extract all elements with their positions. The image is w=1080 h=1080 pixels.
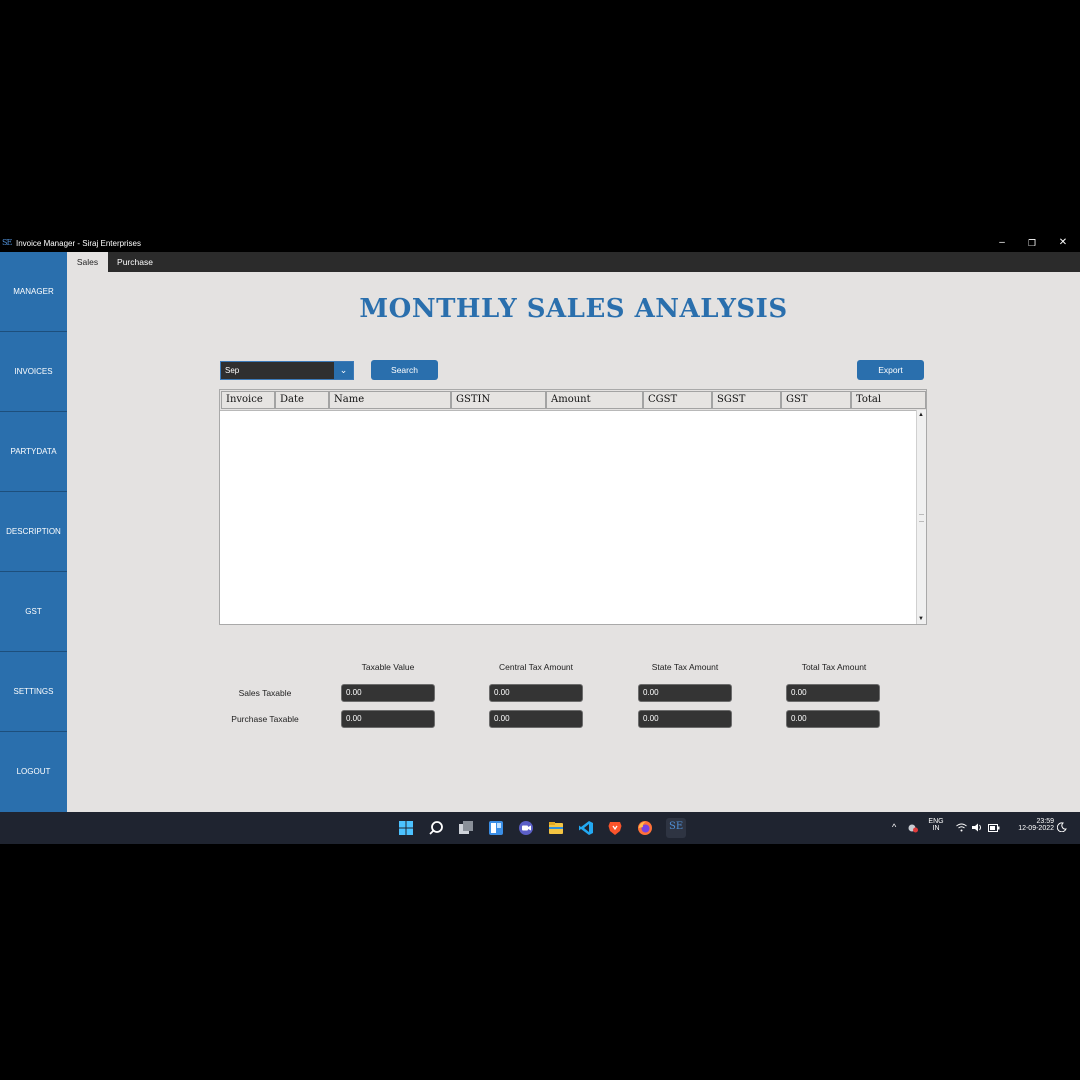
clock-date: 12-09-2022 (1018, 825, 1054, 832)
scroll-up-arrow-icon[interactable]: ▲ (918, 411, 924, 419)
antivirus-tray-icon[interactable] (908, 823, 918, 835)
page-title: MONTHLY SALES ANALYSIS (359, 294, 788, 324)
volume-icon[interactable] (972, 823, 983, 834)
sidebar: MANAGER INVOICES PARTYDATA DESCRIPTION G… (0, 252, 67, 812)
invoice-manager-icon[interactable]: SE (666, 818, 686, 838)
tab-sales[interactable]: Sales (67, 252, 108, 272)
tab-purchase[interactable]: Purchase (108, 252, 162, 272)
app-logo-icon: SE (2, 238, 12, 247)
show-hidden-icons-chevron-icon[interactable]: ^ (892, 822, 896, 832)
purchase-taxable-value-field[interactable]: 0.00 (341, 710, 435, 728)
desktop-screen: SE Invoice Manager - Siraj Enterprises –… (0, 236, 1080, 844)
sidebar-item-logout[interactable]: LOGOUT (0, 732, 67, 811)
month-dropdown[interactable]: Sep ⌄ (220, 361, 354, 380)
scroll-down-arrow-icon[interactable]: ▼ (918, 615, 924, 623)
task-view-icon[interactable] (458, 820, 474, 836)
export-button[interactable]: Export (857, 360, 924, 380)
vscode-icon[interactable] (578, 820, 594, 836)
sales-total-tax-field[interactable]: 0.00 (786, 684, 880, 702)
tab-bar: Sales Purchase (67, 252, 1080, 272)
column-header-name[interactable]: Name (329, 391, 451, 409)
column-header-amount[interactable]: Amount (546, 391, 643, 409)
column-header-date[interactable]: Date (275, 391, 329, 409)
vertical-scrollbar[interactable]: ▲ ▼ (916, 410, 926, 624)
search-button[interactable]: Search (371, 360, 438, 380)
column-header-total[interactable]: Total (851, 391, 926, 409)
sidebar-item-invoices[interactable]: INVOICES (0, 332, 67, 412)
language-code: ENG (928, 818, 944, 825)
file-explorer-icon[interactable] (548, 820, 564, 836)
purchase-taxable-label: Purchase Taxable (231, 714, 299, 724)
sidebar-item-manager[interactable]: MANAGER (0, 252, 67, 332)
brave-icon[interactable] (607, 820, 623, 836)
window-titlebar: SE Invoice Manager - Siraj Enterprises –… (0, 236, 1080, 252)
firefox-icon[interactable] (637, 820, 653, 836)
close-button[interactable]: ✕ (1051, 236, 1075, 252)
sales-table[interactable]: Invoice Date Name GSTIN Amount CGST SGST… (219, 389, 927, 625)
sidebar-item-gst[interactable]: GST (0, 572, 67, 652)
purchase-central-tax-field[interactable]: 0.00 (489, 710, 583, 728)
column-header-sgst[interactable]: SGST (712, 391, 781, 409)
column-header-gstin[interactable]: GSTIN (451, 391, 546, 409)
sales-state-tax-field[interactable]: 0.00 (638, 684, 732, 702)
month-selected-value: Sep (225, 366, 240, 375)
battery-icon[interactable] (988, 824, 1000, 834)
taskbar: SE ^ ENG IN 23:59 12-09-2022 (0, 812, 1080, 844)
column-header-cgst[interactable]: CGST (643, 391, 712, 409)
summary-header-central-tax: Central Tax Amount (498, 662, 574, 672)
table-header: Invoice Date Name GSTIN Amount CGST SGST… (220, 390, 926, 411)
scroll-thumb[interactable] (919, 514, 924, 522)
windows-start-icon[interactable] (398, 820, 414, 836)
summary-header-taxable-value: Taxable Value (361, 662, 415, 672)
chat-icon[interactable] (518, 820, 534, 836)
summary-header-total-tax: Total Tax Amount (801, 662, 867, 672)
sidebar-item-settings[interactable]: SETTINGS (0, 652, 67, 732)
window-title: Invoice Manager - Siraj Enterprises (16, 239, 141, 248)
restore-button[interactable]: ❐ (1020, 236, 1044, 252)
column-header-invoice[interactable]: Invoice (221, 391, 275, 409)
summary-header-state-tax: State Tax Amount (651, 662, 719, 672)
chevron-down-icon[interactable]: ⌄ (334, 362, 353, 379)
wifi-icon[interactable] (956, 823, 967, 834)
sidebar-item-description[interactable]: DESCRIPTION (0, 492, 67, 572)
sales-taxable-label: Sales Taxable (238, 688, 292, 698)
column-header-gst[interactable]: GST (781, 391, 851, 409)
language-indicator[interactable]: ENG IN (928, 818, 944, 832)
widgets-icon[interactable] (488, 820, 504, 836)
minimize-button[interactable]: – (990, 236, 1014, 252)
purchase-total-tax-field[interactable]: 0.00 (786, 710, 880, 728)
sales-central-tax-field[interactable]: 0.00 (489, 684, 583, 702)
sidebar-item-partydata[interactable]: PARTYDATA (0, 412, 67, 492)
clock-time: 23:59 (1036, 818, 1054, 825)
clock[interactable]: 23:59 12-09-2022 (1008, 818, 1054, 832)
sales-taxable-value-field[interactable]: 0.00 (341, 684, 435, 702)
purchase-state-tax-field[interactable]: 0.00 (638, 710, 732, 728)
notifications-moon-icon[interactable] (1056, 822, 1067, 834)
search-icon[interactable] (428, 820, 444, 836)
region-code: IN (932, 825, 940, 832)
